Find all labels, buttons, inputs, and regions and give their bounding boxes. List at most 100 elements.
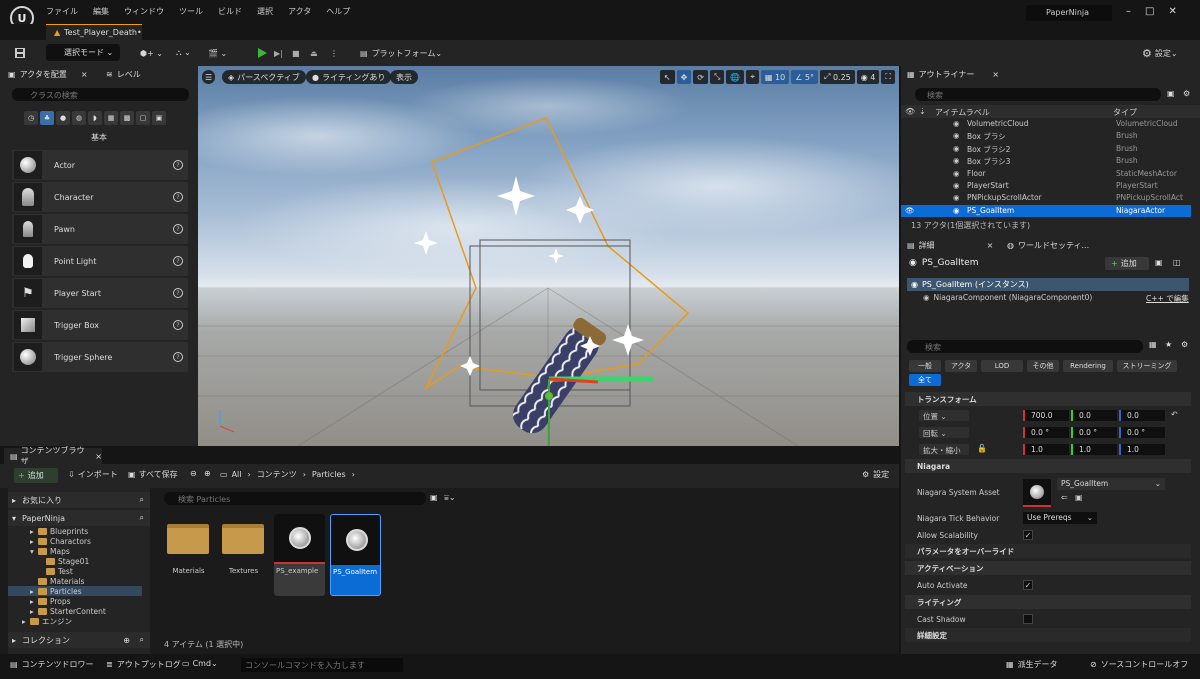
all-classes-icon[interactable]: ▢ <box>136 111 150 125</box>
tree-folder[interactable]: Test <box>8 566 142 576</box>
favorites-header[interactable]: ▸ お気に入り ⌕ <box>8 492 150 508</box>
maximize-viewport-icon[interactable]: ⛶ <box>881 70 895 84</box>
actor-item-character[interactable]: Character ? <box>12 182 188 212</box>
section-niagara[interactable]: Niagara <box>905 459 1191 473</box>
gear-icon[interactable]: ⚙ <box>1181 340 1188 349</box>
menu-tools[interactable]: ツール <box>179 6 203 17</box>
tree-arrow-icon[interactable]: ▸ <box>30 587 38 596</box>
table-view-icon[interactable]: ▦ <box>1149 340 1157 349</box>
filter-streaming[interactable]: ストリーミング <box>1117 360 1177 372</box>
breadcrumb-all[interactable]: All <box>232 470 242 479</box>
project-header[interactable]: ▾ PaperNinja ⌕ <box>8 510 150 526</box>
outliner-row[interactable]: ◉ Box ブラシ3 Brush <box>901 155 1191 167</box>
menu-help[interactable]: ヘルプ <box>326 6 350 17</box>
tree-arrow-icon[interactable]: ▸ <box>22 617 30 626</box>
rotation-dropdown[interactable]: 回転 ⌄ <box>919 427 969 438</box>
col-item-label[interactable]: アイテムラベル <box>935 107 990 118</box>
menu-select[interactable]: 選択 <box>257 6 273 17</box>
tab-details[interactable]: ▤ 詳細 × <box>907 237 993 253</box>
search-icon[interactable]: ⌕ <box>140 495 144 505</box>
maximize-button[interactable]: □ <box>1145 6 1154 17</box>
angle-snap-toggle[interactable]: ∠ 5° <box>791 70 818 84</box>
tree-folder[interactable]: ▸ エンジン <box>8 616 142 626</box>
class-search-input[interactable]: クラスの検索 <box>12 88 189 101</box>
star-icon[interactable]: ★ <box>1165 340 1172 349</box>
visual-effects-icon[interactable]: ◗ <box>88 111 102 125</box>
blueprint-icon[interactable]: ⛬ ⌄ <box>176 45 191 61</box>
edit-in-cpp-link[interactable]: C++ で編集 <box>1146 293 1189 304</box>
actor-item-actor[interactable]: Actor ? <box>12 150 188 180</box>
asset-search-input[interactable]: 検索 Particles <box>164 492 426 505</box>
save-search-icon[interactable]: ▣ <box>430 493 438 502</box>
tree-folder[interactable]: Stage01 <box>8 556 142 566</box>
outliner-row[interactable]: ◉ VolumetricCloud VolumetricCloud <box>901 118 1191 130</box>
auto-activate-checkbox[interactable]: ✓ <box>1023 580 1033 590</box>
filter-icon[interactable]: ⩸⌄ <box>444 493 456 503</box>
cast-shadow-checkbox[interactable] <box>1023 614 1033 624</box>
volumes-icon[interactable]: ▦ <box>104 111 118 125</box>
tree-folder[interactable]: ▸ Charactors <box>8 536 142 546</box>
history-back-icon[interactable]: ⊖ <box>190 469 197 478</box>
help-icon[interactable]: ? <box>173 352 183 362</box>
menu-edit[interactable]: 編集 <box>93 6 109 17</box>
console-command-input[interactable]: コンソールコマンドを入力します <box>241 658 403 672</box>
history-forward-icon[interactable]: ⊕ <box>204 469 211 478</box>
settings-button[interactable]: ⚙ 設定 ⌄ <box>1142 45 1178 61</box>
lock-icon[interactable]: 🔓 <box>977 444 987 453</box>
settings-button[interactable]: ⚙ 設定 <box>862 469 889 480</box>
add-folder-icon[interactable]: ▣ <box>1167 89 1175 98</box>
asset-ps-example[interactable]: PS_example <box>274 514 325 596</box>
visibility-icon[interactable]: 👁 <box>905 107 915 116</box>
eject-icon[interactable]: ⏏ <box>310 45 318 61</box>
save-icon[interactable] <box>14 45 26 61</box>
section-activation[interactable]: アクティベーション <box>905 561 1191 575</box>
rotation-x-field[interactable]: 0.0 ° <box>1023 427 1069 438</box>
location-y-field[interactable]: 0.0 <box>1071 410 1117 421</box>
breadcrumb-particles[interactable]: Particles <box>312 470 346 479</box>
help-icon[interactable]: ? <box>173 224 183 234</box>
tree-folder[interactable]: Materials <box>8 576 142 586</box>
close-icon[interactable]: × <box>95 452 102 461</box>
recent-icon[interactable]: ◷ <box>24 111 38 125</box>
outliner-row[interactable]: ◉ PlayerStart PlayerStart <box>901 180 1191 192</box>
menu-file[interactable]: ファイル <box>46 6 78 17</box>
lighting-mode-button[interactable]: ● ライティングあり <box>306 70 392 84</box>
tree-arrow-icon[interactable]: ▸ <box>30 597 38 606</box>
search-icon[interactable]: ⌕ <box>140 635 144 645</box>
grid-snap-toggle[interactable]: ▦ 10 <box>760 70 790 84</box>
tab-world-settings[interactable]: ◍ ワールドセッティ... <box>1007 237 1089 253</box>
menu-build[interactable]: ビルド <box>218 6 242 17</box>
translate-tool-icon[interactable]: ✥ <box>676 70 692 84</box>
tick-behavior-dropdown[interactable]: Use Prereqs ⌄ <box>1023 512 1097 524</box>
outliner-row[interactable]: ◉ Box ブラシ Brush <box>901 130 1191 142</box>
output-log-button[interactable]: ≣ アウトプットログ <box>106 659 181 670</box>
cinematics-icon[interactable]: 🎬 ⌄ <box>208 45 227 61</box>
tree-arrow-icon[interactable]: ▸ <box>30 607 38 616</box>
close-icon[interactable]: × <box>987 241 994 250</box>
location-z-field[interactable]: 0.0 <box>1119 410 1165 421</box>
actor-item-pawn[interactable]: Pawn ? <box>12 214 188 244</box>
rotation-y-field[interactable]: 0.0 ° <box>1071 427 1117 438</box>
allow-scalability-checkbox[interactable]: ✓ <box>1023 530 1033 540</box>
details-search-input[interactable]: 検索 <box>907 340 1143 353</box>
rotation-z-field[interactable]: 0.0 ° <box>1119 427 1165 438</box>
filter-all[interactable]: 全て <box>909 374 941 386</box>
platform-button[interactable]: ▤ プラットフォーム ⌄ <box>360 45 442 61</box>
outliner-row[interactable]: ◉ PNPickupScrollActor PNPickupScrollAct <box>901 192 1191 204</box>
help-icon[interactable]: ? <box>173 320 183 330</box>
world-space-icon[interactable]: 🌐 <box>726 70 745 84</box>
add-actor-icon[interactable]: ⬢+ ⌄ <box>140 45 163 61</box>
col-type[interactable]: タイプ <box>1113 107 1137 118</box>
viewport-menu-icon[interactable]: ☰ <box>202 70 216 84</box>
content-drawer-button[interactable]: ▤ コンテンツドロワー <box>10 659 94 670</box>
tree-arrow-icon[interactable]: ▸ <box>30 527 38 536</box>
actor-name[interactable]: PS_GoalItem <box>922 258 979 268</box>
niagara-component-row[interactable]: ◉ NiagaraComponent (NiagaraComponent0) <box>923 293 1092 302</box>
play-button[interactable] <box>256 45 268 61</box>
use-selected-icon[interactable]: ⇐ <box>1061 493 1068 502</box>
gear-icon[interactable]: ⚙ <box>1183 89 1190 98</box>
breadcrumb-content[interactable]: コンテンツ <box>257 469 297 480</box>
filter-actor[interactable]: アクタ <box>945 360 977 372</box>
tree-arrow-icon[interactable]: ▾ <box>30 547 38 556</box>
tree-arrow-icon[interactable]: ▸ <box>30 537 38 546</box>
